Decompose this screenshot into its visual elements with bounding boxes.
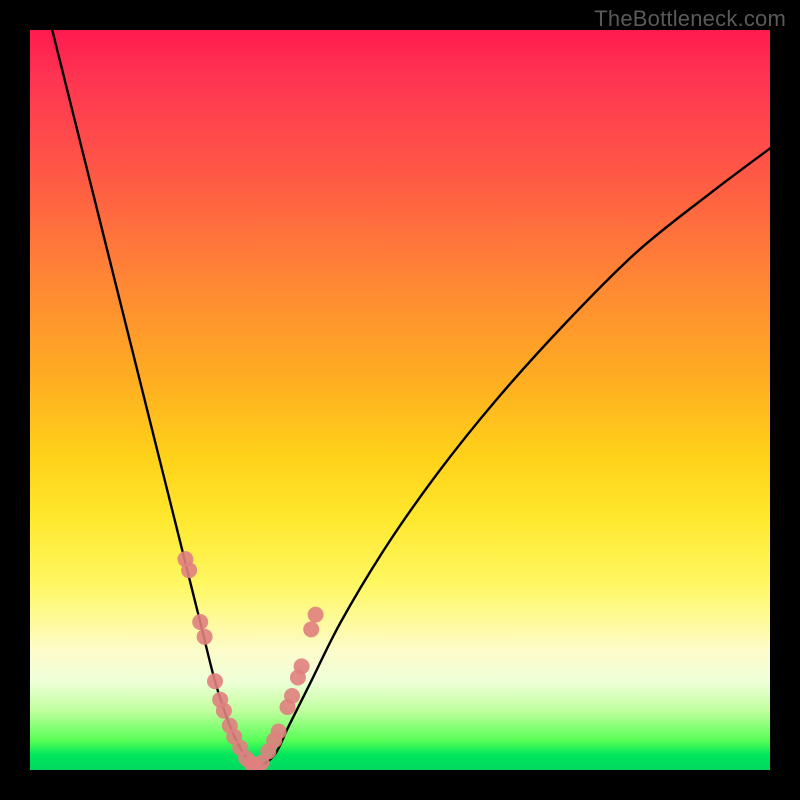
highlight-dots-group [177,551,323,770]
highlight-dot [308,607,324,623]
highlight-dot [284,688,300,704]
highlight-dot [181,562,197,578]
curve-layer [30,30,770,770]
highlight-dot [197,629,213,645]
highlight-dot [271,724,287,740]
highlight-dot [303,621,319,637]
chart-frame: TheBottleneck.com [0,0,800,800]
highlight-dot [192,614,208,630]
watermark-text: TheBottleneck.com [594,6,786,32]
bottleneck-curve [52,30,770,766]
highlight-dot [207,673,223,689]
plot-area [30,30,770,770]
highlight-dot [294,658,310,674]
highlight-dot [216,703,232,719]
